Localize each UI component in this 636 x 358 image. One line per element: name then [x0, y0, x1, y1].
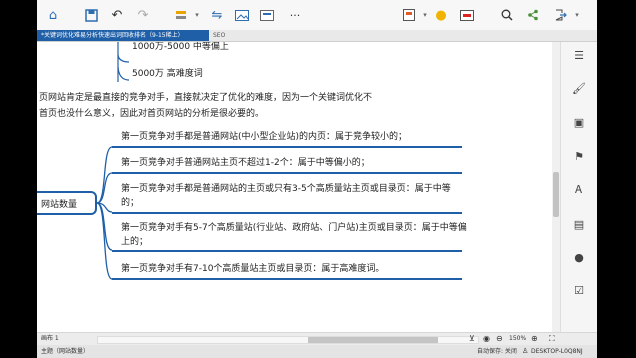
subtopic-2-line-1: 第一页竞争对手普通网站主页不超过1-2个：属于中等偏小的； — [121, 158, 370, 168]
format-icon[interactable]: 🖌 — [571, 80, 587, 96]
fit-icon[interactable]: ⛶ — [549, 333, 555, 345]
document-tab-bar: *关键词优化难易分析快速出词回收排名（9-15稀上） SEO — [37, 30, 597, 42]
vertical-scroll-thumb[interactable] — [553, 172, 559, 217]
image-icon[interactable] — [232, 5, 252, 25]
subtopic-2[interactable]: 第一页竞争对手普通网站主页不超过1-2个：属于中等偏小的； — [121, 156, 370, 170]
task-icon[interactable]: ☑ — [571, 282, 587, 298]
paragraph-line-2: 首页也没什么意义，因此对首页网站的分析是很必要的。 — [39, 109, 265, 119]
subtopic-5-underline — [112, 278, 462, 280]
subtopic-3-line-2: 的； — [121, 198, 140, 208]
tab-seo[interactable]: SEO — [213, 30, 225, 41]
branch-1000w-5000w[interactable]: 1000万-5000 中等偏上 — [132, 42, 229, 52]
more-icon[interactable]: ··· — [285, 5, 305, 25]
mindmap-app-window: ⌂ ↶ ↷ ▾ ⇋ ··· ▾ ● ▾ *关键词优化难易分析快速出词回收排名（9… — [37, 0, 597, 358]
mindmap-canvas[interactable]: 1000万-5000 中等偏上 5000万 高难度词 页网站肯定是最直接的竞争对… — [37, 42, 552, 332]
zoom-out-icon[interactable]: ⊖ — [496, 333, 503, 345]
paragraph-line-1: 页网站肯定是最直接的竞争对手，直接就决定了优化的难度，因为一个关键词优化不 — [39, 93, 373, 103]
insert-icon[interactable] — [457, 5, 477, 25]
comment-icon[interactable]: ● — [571, 249, 587, 265]
sheet-name[interactable]: 画布 1 — [41, 333, 59, 345]
branch-5000w[interactable]: 5000万 高难度词 — [132, 66, 203, 79]
bottom-info-bar: 主题（网站数量） 自动保存: 关闭 ♙ DESKTOP-L0Q8NJ — [37, 345, 597, 358]
subtopic-4-underline — [112, 250, 462, 252]
right-side-panel: ☰ 🖌 ▣ ⚑ Ꭺ ▤ ● ☑ — [560, 42, 597, 332]
subtopic-1-line-1: 第一页竞争对手都是普通网站(中小型企业站)的内页：属于竞争较小的； — [121, 132, 408, 142]
subtopic-3[interactable]: 第一页竞争对手都是普通网站的主页或只有3-5个高质量站主页或目录页：属于中等 的… — [121, 182, 451, 210]
subtopic-4-line-1: 第一页竞争对手有5-7个高质量站(行业站、政府站、门户站)主页或目录页：属于中等… — [121, 223, 467, 233]
attachment-icon[interactable] — [257, 5, 277, 25]
autosave-status[interactable]: 自动保存: 关闭 — [477, 345, 517, 358]
subtopic-3-underline — [112, 212, 462, 214]
link-icon[interactable]: ⇋ — [207, 5, 227, 25]
selected-topic-info: 主题（网站数量） — [41, 348, 90, 355]
horizontal-scrollbar[interactable] — [97, 336, 479, 344]
horizontal-scroll-thumb[interactable] — [308, 337, 438, 343]
home-icon[interactable]: ⌂ — [43, 5, 63, 25]
vertical-scrollbar[interactable] — [552, 42, 560, 332]
subtopic-5[interactable]: 第一页竞争对手有7-10个高质量站主页或目录页：属于高难度词。 — [121, 262, 384, 276]
subtopic-4-line-2: 上的； — [121, 237, 149, 247]
image-icon[interactable]: ▣ — [571, 114, 587, 130]
eye-icon[interactable]: ◉ — [483, 333, 490, 345]
undo-icon[interactable]: ↶ — [107, 5, 127, 25]
tab-active-document[interactable]: *关键词优化难易分析快速出词回收排名（9-15稀上） — [37, 30, 209, 41]
style-dropdown-chevron-icon[interactable]: ▾ — [187, 5, 207, 25]
machine-name: DESKTOP-L0Q8NJ — [531, 348, 583, 355]
filter-icon[interactable]: ⊻ — [469, 333, 475, 345]
save-icon[interactable] — [81, 5, 101, 25]
subtopic-2-underline — [112, 172, 462, 174]
user-icon: ♙ — [522, 347, 529, 355]
subtopic-1[interactable]: 第一页竞争对手都是普通网站(中小型企业站)的内页：属于竞争较小的； — [121, 130, 407, 144]
subtopic-3-line-1: 第一页竞争对手都是普通网站的主页或只有3-5个高质量站主页或目录页：属于中等 — [121, 184, 451, 194]
zoom-in-icon[interactable]: ⊕ — [531, 333, 538, 345]
subtopic-4[interactable]: 第一页竞争对手有5-7个高质量站(行业站、政府站、门户站)主页或目录页：属于中等… — [121, 221, 467, 249]
zoom-level: 150% — [509, 335, 527, 342]
text-icon[interactable]: Ꭺ — [571, 182, 587, 198]
redo-icon[interactable]: ↷ — [133, 5, 153, 25]
share-icon[interactable] — [523, 5, 543, 25]
flag-icon[interactable]: ⚑ — [571, 148, 587, 164]
toolbar: ⌂ ↶ ↷ ▾ ⇋ ··· ▾ ● ▾ — [37, 0, 597, 31]
subtopic-1-underline — [112, 146, 462, 148]
subtopic-5-line-1: 第一页竞争对手有7-10个高质量站主页或目录页：属于高难度词。 — [121, 264, 385, 274]
notes-icon[interactable]: ▤ — [571, 216, 587, 232]
outline-icon[interactable]: ☰ — [571, 47, 587, 63]
tip-icon[interactable]: ● — [431, 5, 451, 25]
exit-chevron-icon[interactable]: ▾ — [567, 5, 587, 25]
central-topic[interactable]: 网站数量 — [37, 191, 97, 215]
search-icon[interactable] — [497, 5, 517, 25]
status-bar: 画布 1 ⊻ ◉ ⊖ 150% ⊕ ⛶ — [37, 332, 597, 345]
